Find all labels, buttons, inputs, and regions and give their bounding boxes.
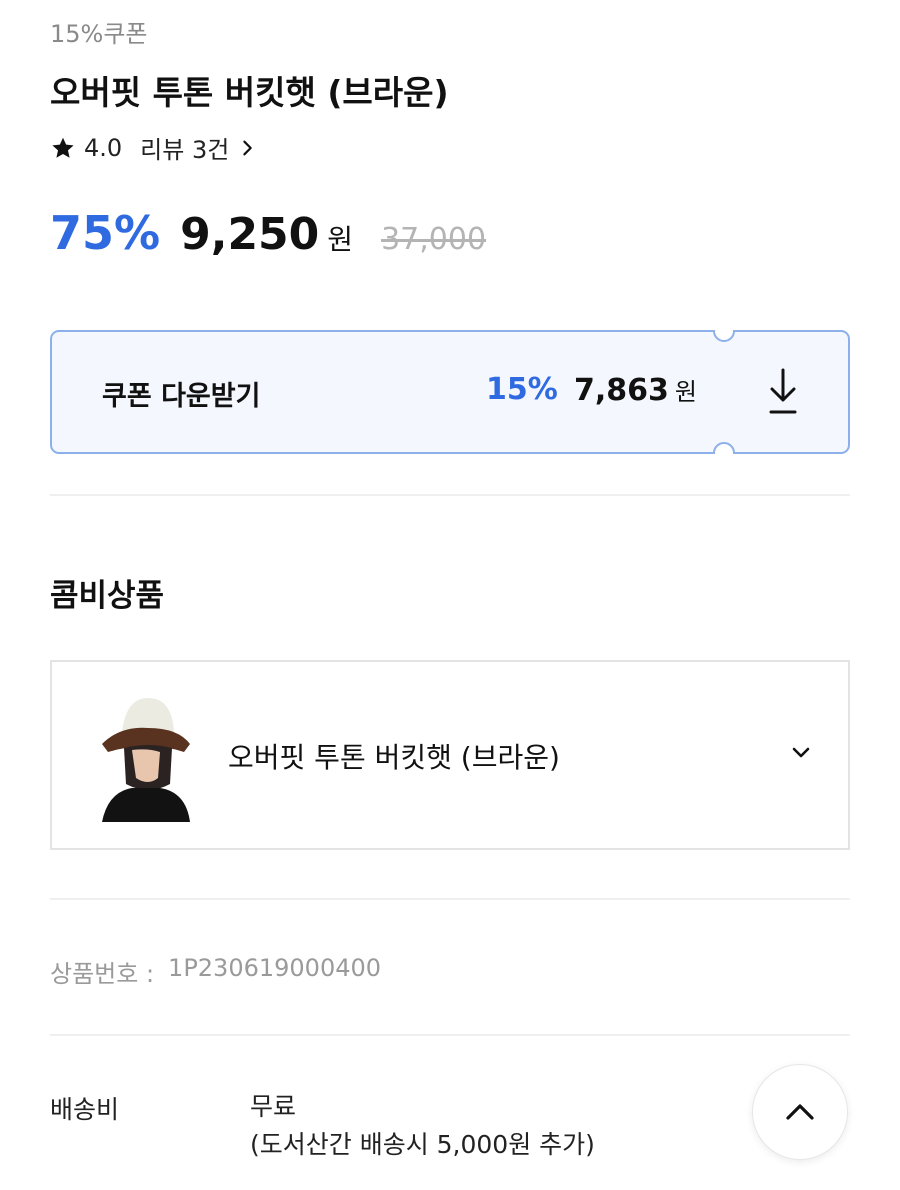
chevron-down-icon [792, 747, 810, 758]
product-number: 상품번호 : 1P230619000400 [50, 954, 381, 989]
original-price: 37,000 [381, 222, 487, 257]
review-count: 리뷰 3건 [140, 136, 230, 164]
review-link[interactable]: 리뷰 3건 [140, 130, 257, 165]
shipping-label: 배송비 [50, 1095, 120, 1124]
coupon-price-value: 7,863 [574, 373, 669, 408]
combo-product-select[interactable]: 오버핏 투톤 버킷햇 (브라운) [50, 660, 850, 850]
divider [50, 494, 850, 496]
shipping-value: 무료 (도서산간 배송시 5,000원 추가) [250, 1088, 595, 1164]
rating-value: 4.0 [84, 133, 123, 162]
combo-product-name: 오버핏 투톤 버킷햇 (브라운) [228, 741, 560, 774]
rating-row: 4.0 리뷰 3건 [50, 130, 257, 165]
divider [50, 898, 850, 900]
coupon-currency: 원 [674, 378, 697, 406]
price-row: 75% 9,250 원 37,000 [50, 206, 486, 260]
coupon-download-button[interactable]: 쿠폰 다운받기 15% 7,863 원 [50, 330, 850, 454]
chevron-up-icon [786, 1104, 814, 1120]
divider [50, 1034, 850, 1036]
coupon-tag: 15%쿠폰 [50, 20, 148, 48]
product-title: 오버핏 투톤 버킷햇 (브라운) [50, 73, 449, 112]
shipping-note: (도서산간 배송시 5,000원 추가) [250, 1130, 595, 1159]
combo-section-title: 콤비상품 [50, 578, 165, 614]
coupon-rate: 15% [486, 372, 558, 407]
product-number-value: 1P230619000400 [168, 954, 382, 982]
product-number-label: 상품번호 : [50, 960, 155, 988]
currency-label: 원 [327, 223, 354, 256]
scroll-top-button[interactable] [752, 1064, 848, 1160]
shipping-fee: 무료 [250, 1092, 297, 1121]
chevron-right-icon [243, 140, 253, 155]
sale-price: 9,250 [180, 209, 320, 260]
coupon-label: 쿠폰 다운받기 [102, 381, 261, 412]
download-icon [769, 368, 797, 414]
star-icon [52, 137, 74, 158]
coupon-price: 7,863 원 [574, 372, 697, 408]
product-thumbnail [98, 692, 194, 822]
discount-rate: 75% [50, 206, 161, 260]
